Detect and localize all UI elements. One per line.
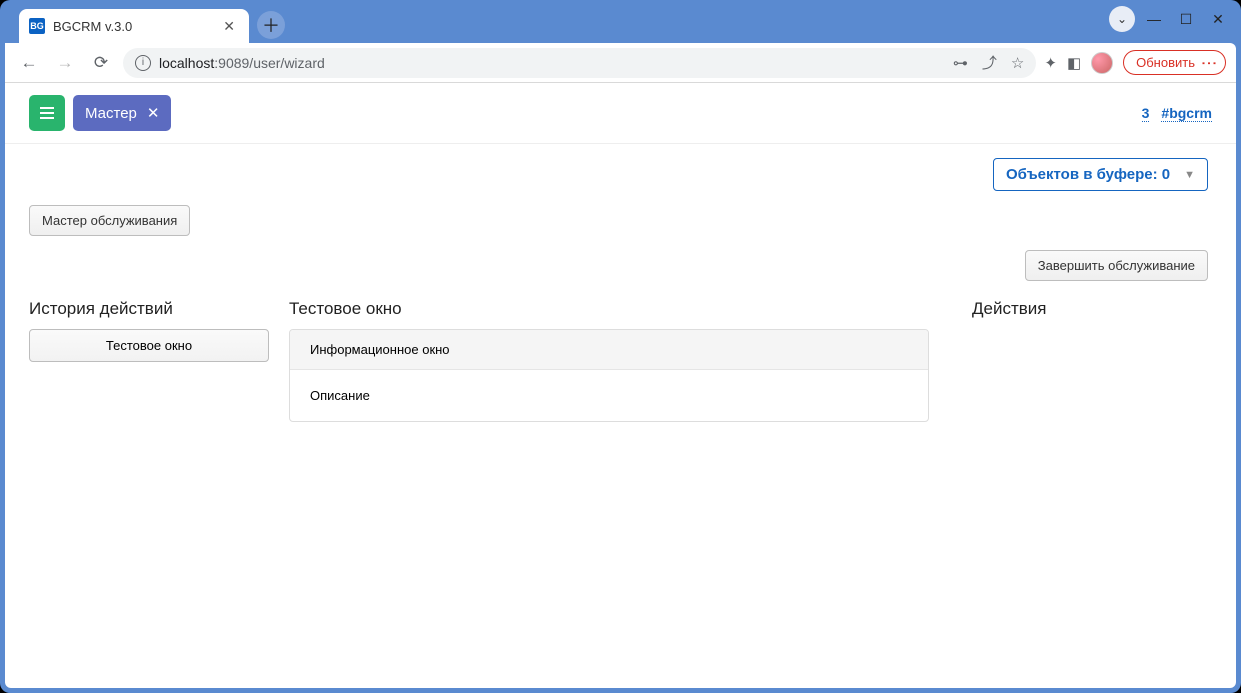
share-icon[interactable]: ⤴ <box>982 52 997 73</box>
header-links: 3 #bgcrm <box>1142 105 1212 122</box>
reload-icon[interactable]: ⟳ <box>87 49 115 77</box>
buffer-count: 0 <box>1162 166 1170 183</box>
new-tab-button[interactable]: ＋ <box>257 11 285 39</box>
minimize-icon[interactable]: — <box>1141 6 1167 32</box>
app-root: Мастер ✕ 3 #bgcrm Объектов в буфере: 0 ▼… <box>5 83 1236 422</box>
update-label: Обновить <box>1136 55 1195 70</box>
main-title: Тестовое окно <box>289 299 929 319</box>
actions-title: Действия <box>972 299 1212 319</box>
chevron-down-icon: ▼ <box>1184 169 1195 181</box>
link-tag[interactable]: #bgcrm <box>1161 105 1212 122</box>
column-main: Тестовое окно Информационное окно Описан… <box>289 299 929 422</box>
history-item[interactable]: Тестовое окно <box>29 329 269 362</box>
card-body: Описание <box>290 370 928 421</box>
url-host: localhost <box>159 55 214 71</box>
close-app-tab-icon[interactable]: ✕ <box>147 104 160 122</box>
close-window-icon[interactable]: ✕ <box>1205 6 1231 32</box>
browser-window: BG BGCRM v.3.0 ✕ ＋ ⌄ — ☐ ✕ ← → ⟳ i local… <box>0 0 1241 693</box>
columns: История действий Тестовое окно Тестовое … <box>5 299 1236 422</box>
key-icon[interactable]: ⊶ <box>953 54 968 72</box>
app-header: Мастер ✕ 3 #bgcrm <box>5 83 1236 144</box>
url-path: :9089/user/wizard <box>214 55 325 71</box>
hamburger-icon <box>40 107 54 119</box>
star-icon[interactable]: ☆ <box>1011 54 1024 72</box>
omnibox[interactable]: i localhost:9089/user/wizard ⊶ ⤴ ☆ <box>123 48 1036 78</box>
hamburger-button[interactable] <box>29 95 65 131</box>
finish-row: Завершить обслуживание <box>5 250 1236 299</box>
buffer-button[interactable]: Объектов в буфере: 0 ▼ <box>993 158 1208 191</box>
panel-icon[interactable]: ◧ <box>1067 54 1081 72</box>
update-button[interactable]: Обновить ⋮ <box>1123 50 1226 75</box>
extensions-icon[interactable]: ✦ <box>1044 54 1057 72</box>
site-info-icon[interactable]: i <box>135 55 151 71</box>
link-count[interactable]: 3 <box>1142 105 1150 122</box>
account-dropdown-icon[interactable]: ⌄ <box>1109 6 1135 32</box>
tab-strip: BG BGCRM v.3.0 ✕ ＋ <box>5 5 1236 43</box>
service-wizard-button[interactable]: Мастер обслуживания <box>29 205 190 236</box>
address-bar: ← → ⟳ i localhost:9089/user/wizard ⊶ ⤴ ☆… <box>5 43 1236 83</box>
maximize-icon[interactable]: ☐ <box>1173 6 1199 32</box>
card-header: Информационное окно <box>290 330 928 370</box>
menu-dots-icon[interactable]: ⋮ <box>1205 55 1211 69</box>
buffer-label-prefix: Объектов в буфере: <box>1006 166 1162 183</box>
forward-icon: → <box>51 49 79 77</box>
viewport[interactable]: Мастер ✕ 3 #bgcrm Объектов в буфере: 0 ▼… <box>5 83 1236 688</box>
tab-label: Мастер <box>85 105 137 122</box>
browser-tab[interactable]: BG BGCRM v.3.0 ✕ <box>19 9 249 43</box>
profile-avatar[interactable] <box>1091 52 1113 74</box>
window-controls: ⌄ — ☐ ✕ <box>1109 6 1231 32</box>
column-history: История действий Тестовое окно <box>29 299 269 422</box>
history-title: История действий <box>29 299 269 319</box>
column-actions: Действия <box>972 299 1212 422</box>
back-icon[interactable]: ← <box>15 49 43 77</box>
favicon: BG <box>29 18 45 34</box>
tab-title: BGCRM v.3.0 <box>53 19 211 34</box>
info-card: Информационное окно Описание <box>289 329 929 422</box>
toolbar-right: ✦ ◧ Обновить ⋮ <box>1044 50 1226 75</box>
close-tab-icon[interactable]: ✕ <box>219 18 239 35</box>
finish-service-button[interactable]: Завершить обслуживание <box>1025 250 1208 281</box>
buffer-row: Объектов в буфере: 0 ▼ <box>5 144 1236 205</box>
wizard-button-row: Мастер обслуживания <box>5 205 1236 250</box>
open-tab-master[interactable]: Мастер ✕ <box>73 95 171 131</box>
